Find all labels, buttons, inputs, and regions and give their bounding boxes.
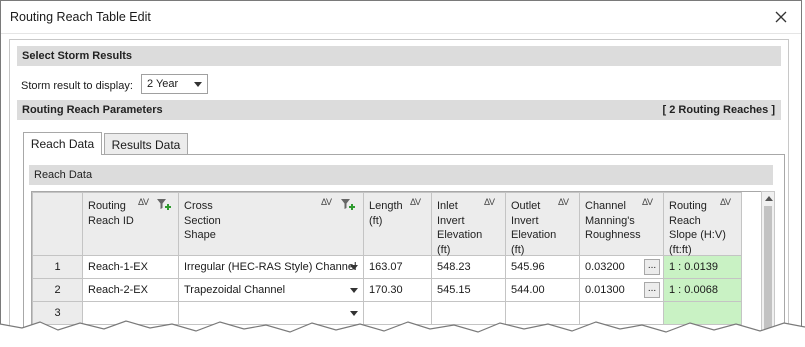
ellipsis-button[interactable]: ... [644,259,660,275]
title-bar: Routing Reach Table Edit [1,1,801,34]
col-roughness-line1: Channel [585,200,626,212]
sort-icon[interactable]: ΔV [642,197,653,207]
reach-table: Routing Reach ID ΔV Cross Section Shape ΔV [32,192,742,325]
cell-inlet[interactable]: 548.23 [431,255,506,279]
col-length-header[interactable]: Length (ft) ΔV [363,192,432,256]
col-inlet-line1: Inlet [437,200,458,212]
col-inlet-line2: Invert [437,214,465,227]
sort-icon[interactable]: ΔV [558,197,569,207]
cell-text: Reach-2-EX [88,284,148,296]
cell-text: Irregular (HEC-RAS Style) Channel [184,261,357,273]
col-cross-section-line3: Shape [184,229,216,241]
cell-inlet[interactable]: 545.15 [431,278,506,302]
col-roughness-line3: Roughness [585,229,641,241]
col-length-line1: Length [369,200,403,212]
col-length-line2: (ft) [369,214,383,227]
storm-result-value: 2 Year [147,78,179,90]
cell-text: Trapezoidal Channel [184,284,286,296]
ellipsis-button[interactable]: ... [644,282,660,298]
cell-text: 1 : 0.0068 [669,284,718,296]
cell-text: 0.01300 [585,284,625,296]
filter-add-icon[interactable] [156,198,171,212]
col-reach-id-line1: Routing [88,200,126,212]
tab-results-data-label: Results Data [111,138,181,152]
row-number-text: 1 [54,261,61,273]
reach-data-section-title: Reach Data [34,169,93,181]
sort-icon[interactable]: ΔV [321,197,332,207]
cell-text: 544.00 [511,284,545,296]
filter-add-icon[interactable] [340,198,355,212]
sort-icon[interactable]: ΔV [484,197,495,207]
cell-roughness[interactable]: 0.03200... [579,255,664,279]
close-icon [775,11,787,23]
dialog-content: Select Storm Results Storm result to dis… [9,39,789,339]
col-slope-header[interactable]: Routing Reach Slope (H:V) (ft:ft) ΔV [663,192,742,256]
reach-data-section-header: Reach Data [29,165,773,185]
col-cross-section-header[interactable]: Cross Section Shape ΔV [178,192,364,256]
header-row: Routing Reach ID ΔV Cross Section Shape ΔV [32,192,742,256]
chevron-down-icon [350,265,358,270]
cell-text: 545.15 [437,284,471,296]
row-number[interactable]: 2 [32,278,83,302]
cell-reach-id[interactable]: Reach-2-EX [82,278,179,302]
cell-text: 170.30 [369,284,403,296]
cell-text: Reach-1-EX [88,261,148,273]
storm-result-label: Storm result to display: [21,80,133,92]
cell-slope: 1 : 0.0139 [663,255,742,279]
row-number[interactable]: 1 [32,255,83,279]
sort-icon[interactable]: ΔV [720,197,731,207]
close-button[interactable] [771,7,791,27]
cell-text: 548.23 [437,261,471,273]
tab-results-data[interactable]: Results Data [104,133,188,155]
col-roughness-header[interactable]: Channel Manning's Roughness ΔV [579,192,664,256]
col-outlet-header[interactable]: Outlet Invert Elevation (ft) ΔV [505,192,580,256]
cell-roughness[interactable]: 0.01300... [579,278,664,302]
sort-icon[interactable]: ΔV [410,197,421,207]
cell-shape-select[interactable]: Trapezoidal Channel [178,278,364,302]
chevron-down-icon [350,288,358,293]
col-roughness-line2: Manning's [585,214,635,227]
cell-text: 0.03200 [585,261,625,273]
tab-reach-data-label: Reach Data [30,137,95,151]
chevron-down-icon [194,82,202,87]
table-row[interactable]: 2 Reach-2-EX Trapezoidal Channel 170.30 … [32,278,742,302]
params-section-title: Routing Reach Parameters [22,104,163,116]
storm-section-title: Select Storm Results [22,50,133,62]
cell-text: 1 : 0.0139 [669,261,718,273]
scroll-up-icon[interactable] [765,196,773,201]
col-cross-section-line1: Cross [184,200,213,212]
col-outlet-line3: Elevation [511,229,557,241]
window-title: Routing Reach Table Edit [10,10,151,24]
params-section-header: Routing Reach Parameters [ 2 Routing Rea… [17,100,781,120]
col-slope-line2: Reach [669,214,701,227]
torn-edge [0,320,805,347]
row-number-text: 2 [54,284,61,296]
col-cross-section-line2: Section [184,214,221,227]
tab-reach-data[interactable]: Reach Data [23,132,102,155]
cell-slope: 1 : 0.0068 [663,278,742,302]
cell-text: 163.07 [369,261,403,273]
col-reach-id-line2: Reach ID [88,214,134,227]
dialog-window: Routing Reach Table Edit Select Storm Re… [0,0,802,340]
col-outlet-line2: Invert [511,214,539,227]
reach-count-label: [ 2 Routing Reaches ] [662,104,775,116]
col-slope-line3: Slope (H:V) [669,229,726,241]
cell-shape-select[interactable]: Irregular (HEC-RAS Style) Channel [178,255,364,279]
col-outlet-line1: Outlet [511,200,541,212]
row-number-header [32,192,83,256]
cell-outlet[interactable]: 545.96 [505,255,580,279]
storm-section-header: Select Storm Results [17,46,781,66]
cell-length[interactable]: 170.30 [363,278,432,302]
cell-reach-id[interactable]: Reach-1-EX [82,255,179,279]
cell-outlet[interactable]: 544.00 [505,278,580,302]
col-reach-id-header[interactable]: Routing Reach ID ΔV [82,192,179,256]
table-row[interactable]: 1 Reach-1-EX Irregular (HEC-RAS Style) C… [32,255,742,279]
storm-result-select[interactable]: 2 Year [141,74,208,94]
col-slope-line1: Routing [669,200,707,212]
col-inlet-header[interactable]: Inlet Invert Elevation (ft) ΔV [431,192,506,256]
col-inlet-line3: Elevation [437,229,483,241]
cell-length[interactable]: 163.07 [363,255,432,279]
sort-icon[interactable]: ΔV [138,197,149,207]
cell-text: 545.96 [511,261,545,273]
